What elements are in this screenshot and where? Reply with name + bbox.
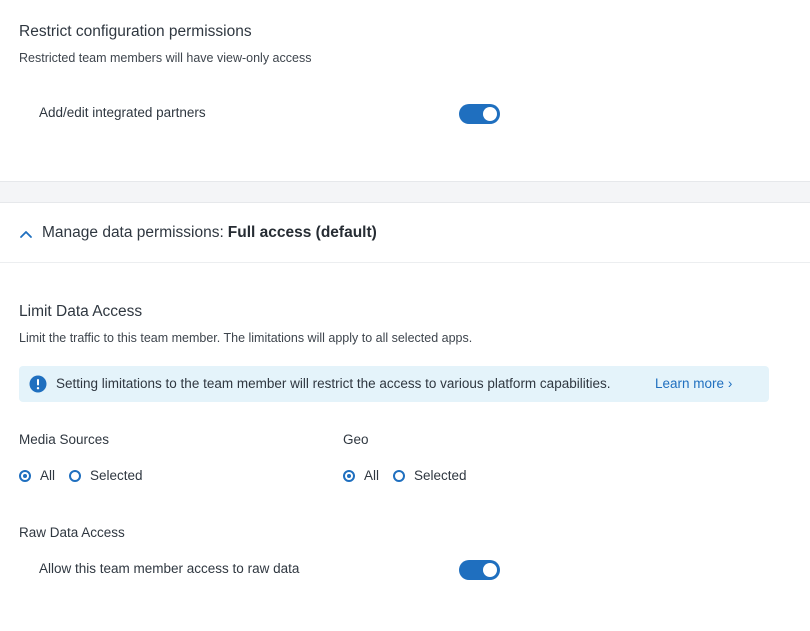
partners-toggle-label: Add/edit integrated partners [39,105,206,120]
learn-more-link[interactable]: Learn more › [655,376,732,391]
raw-data-title: Raw Data Access [19,525,125,540]
radio-label: Selected [414,468,467,483]
media-sources-radio-group: All Selected [19,468,157,483]
info-icon [29,375,47,393]
section-divider [0,181,810,203]
raw-data-toggle-label: Allow this team member access to raw dat… [39,561,300,576]
radio-label: All [40,468,56,483]
radio-unchecked-icon [69,469,82,482]
limit-data-subtitle: Limit the traffic to this team member. T… [19,331,473,345]
media-sources-label: Media Sources [19,432,110,447]
manage-data-permissions-header[interactable]: Manage data permissions: Full access (def… [0,203,810,263]
media-sources-option-all[interactable]: All [19,468,55,483]
partners-toggle[interactable] [459,104,500,124]
chevron-up-icon [20,231,32,238]
toggle-knob [483,107,497,121]
manage-data-permissions-text: Manage data permissions: [42,224,224,241]
toggle-knob [483,563,497,577]
restrict-config-subtitle: Restricted team members will have view-o… [19,51,312,65]
media-sources-option-selected[interactable]: Selected [69,468,143,483]
banner-text: Setting limitations to the team member w… [56,376,611,391]
geo-option-all[interactable]: All [343,468,379,483]
chevron-right-icon: › [727,376,733,391]
radio-label: Selected [90,468,143,483]
radio-unchecked-icon [393,469,406,482]
limit-data-title: Limit Data Access [19,303,143,320]
radio-checked-icon [19,469,31,482]
manage-data-permissions-value: Full access (default) [227,224,377,241]
manage-data-permissions-label: Manage data permissions: Full access (def… [42,224,377,242]
raw-data-toggle[interactable] [459,560,500,580]
geo-label: Geo [343,432,369,447]
geo-option-selected[interactable]: Selected [393,468,467,483]
radio-checked-icon [343,469,355,482]
restrict-config-section: Restrict configuration permissions Restr… [0,0,810,181]
limitations-info-banner: Setting limitations to the team member w… [19,366,769,402]
geo-radio-group: All Selected [343,468,481,483]
radio-label: All [364,468,380,483]
learn-more-label: Learn more [655,376,725,391]
restrict-config-title: Restrict configuration permissions [19,23,252,40]
